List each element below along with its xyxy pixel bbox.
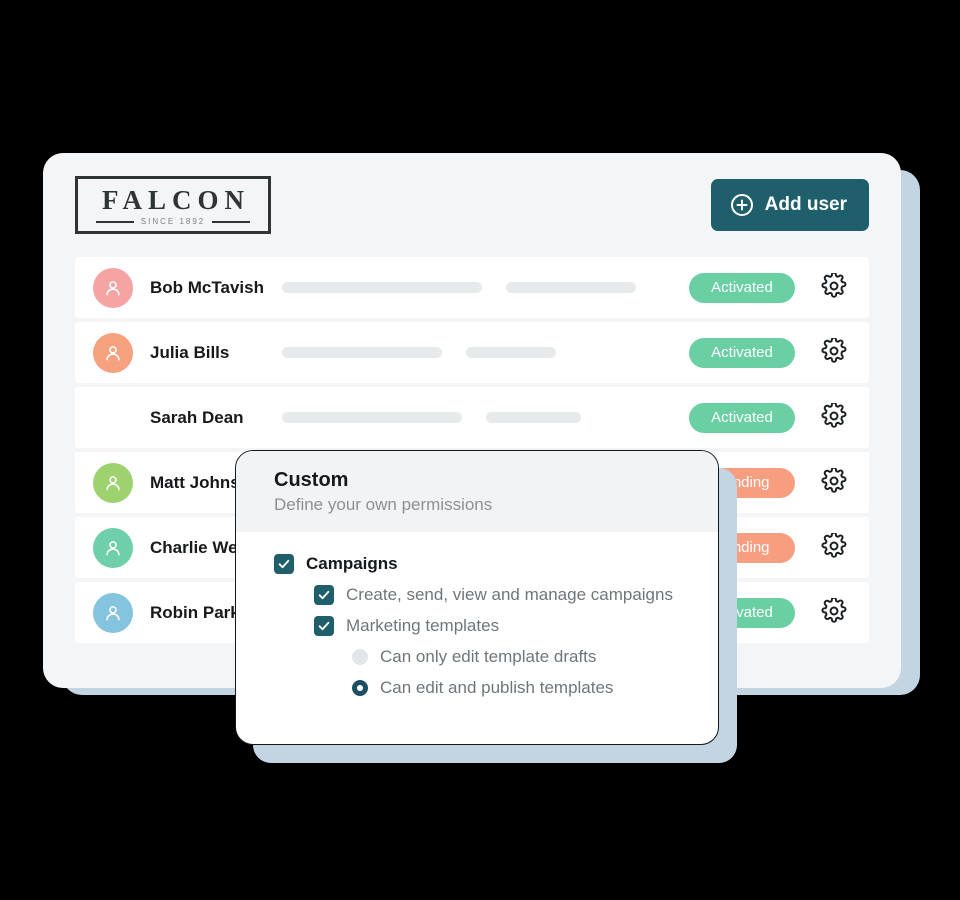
avatar — [93, 267, 133, 308]
permission-row[interactable]: Create, send, view and manage campaigns — [274, 585, 680, 605]
placeholder-bars — [276, 347, 689, 358]
gear-icon — [821, 531, 847, 562]
row-settings-button[interactable] — [819, 401, 849, 433]
permission-row[interactable]: Marketing templates — [274, 616, 680, 636]
user-name: Julia Bills — [150, 342, 230, 362]
person-icon — [102, 537, 124, 559]
logo-tagline-row: SINCE 1892 — [96, 217, 250, 226]
avatar — [93, 332, 133, 373]
avatar — [93, 462, 133, 503]
permission-row[interactable]: Campaigns — [274, 554, 680, 574]
avatar — [93, 592, 133, 633]
status-badge: Activated — [689, 337, 795, 368]
person-icon — [102, 277, 124, 299]
add-user-button[interactable]: Add user — [710, 179, 869, 231]
row-settings-button[interactable] — [819, 596, 849, 628]
placeholder-bar — [506, 282, 636, 293]
avatar — [93, 398, 133, 438]
gear-icon — [821, 596, 847, 627]
permission-radio[interactable] — [352, 680, 368, 696]
falcon-logo: FALCON SINCE 1892 — [75, 175, 271, 235]
table-row[interactable]: Sarah Dean Activated — [75, 387, 869, 448]
permission-checkbox[interactable] — [274, 554, 294, 574]
permission-radio[interactable] — [352, 649, 368, 665]
person-icon — [102, 407, 124, 429]
modal-title: Custom — [274, 469, 349, 491]
permission-label: Can edit and publish templates — [380, 678, 614, 697]
placeholder-bar — [282, 412, 462, 423]
permission-label: Marketing templates — [346, 616, 500, 635]
permission-label: Can only edit template drafts — [380, 647, 597, 666]
row-settings-button[interactable] — [819, 531, 849, 563]
screen: FALCON SINCE 1892 Add user Bob McTavish A… — [0, 0, 960, 900]
placeholder-bars — [276, 412, 689, 423]
logo-tagline: SINCE 1892 — [140, 217, 206, 227]
modal-header: Custom Define your own permissions — [236, 451, 718, 532]
table-row[interactable]: Julia Bills Activated — [75, 322, 869, 383]
status-badge: Activated — [689, 272, 795, 303]
logo-rule-right — [212, 220, 250, 223]
gear-icon — [821, 336, 847, 367]
person-icon — [102, 472, 124, 494]
permission-label: Campaigns — [306, 554, 398, 573]
table-row[interactable]: Bob McTavish Activated — [75, 257, 869, 318]
check-icon — [317, 619, 331, 633]
placeholder-bar — [486, 412, 581, 423]
person-icon — [102, 342, 124, 364]
logo-rule-left — [96, 220, 134, 223]
avatar — [93, 527, 133, 568]
gear-icon — [821, 401, 847, 432]
placeholder-bar — [282, 347, 442, 358]
permission-checkbox[interactable] — [314, 585, 334, 605]
modal-subtitle: Define your own permissions — [274, 495, 493, 514]
gear-icon — [821, 466, 847, 497]
row-settings-button[interactable] — [819, 466, 849, 498]
row-settings-button[interactable] — [819, 271, 849, 303]
permissions-modal: Custom Define your own permissions Campa… — [235, 450, 719, 745]
row-settings-button[interactable] — [819, 336, 849, 368]
permission-row[interactable]: Can only edit template drafts — [274, 647, 680, 667]
gear-icon — [821, 271, 847, 302]
logo-wordmark: FALCON — [102, 184, 250, 215]
placeholder-bars — [276, 282, 689, 293]
status-badge: Activated — [689, 402, 795, 433]
modal-body: Campaigns Create, send, view and manage c… — [236, 532, 718, 698]
permission-label: Create, send, view and manage campaigns — [346, 585, 673, 604]
permission-row[interactable]: Can edit and publish templates — [274, 678, 680, 698]
add-user-label: Add user — [764, 194, 847, 215]
plus-circle-icon — [730, 193, 754, 217]
placeholder-bar — [466, 347, 556, 358]
permission-checkbox[interactable] — [314, 616, 334, 636]
check-icon — [277, 557, 291, 571]
user-name: Sarah Dean — [150, 407, 244, 427]
check-icon — [317, 588, 331, 602]
person-icon — [102, 602, 124, 624]
placeholder-bar — [282, 282, 482, 293]
app-header: FALCON SINCE 1892 Add user — [43, 153, 901, 257]
user-name: Bob McTavish — [150, 277, 264, 297]
